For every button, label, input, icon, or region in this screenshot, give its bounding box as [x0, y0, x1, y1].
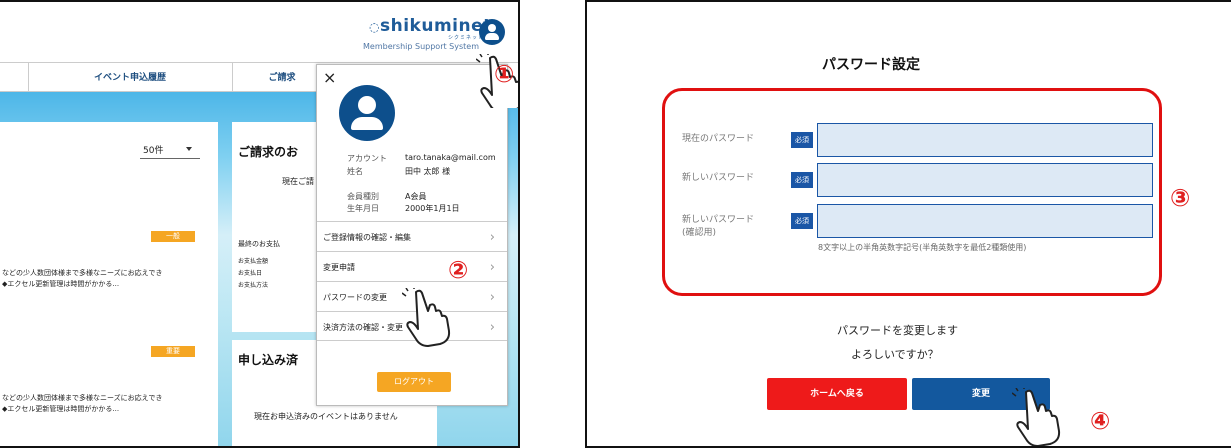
hand-pointer-icon	[402, 288, 451, 347]
user-avatar-icon	[339, 85, 395, 141]
logo-swirl-icon: ◌	[369, 20, 380, 34]
confirm-password-input[interactable]	[817, 204, 1153, 238]
chevron-right-icon: ›	[489, 230, 495, 245]
page-title: パスワード設定	[822, 57, 920, 73]
billing-sub: 現在ご請	[282, 177, 314, 186]
chevron-right-icon: ›	[489, 320, 495, 335]
account-value: taro.tanaka@mail.com	[405, 153, 496, 162]
news-text: などの少人数団体様まで多様なニーズにお応えでき	[2, 394, 163, 402]
confirm-password-sublabel: (確認用)	[682, 228, 717, 238]
no-events-text: 現在お申込済みのイベントはありません	[254, 412, 398, 421]
step-1-marker: ①	[494, 60, 515, 88]
badge-important: 重要	[151, 346, 195, 357]
confirm-message: パスワードを変更します	[837, 324, 958, 337]
member-type-label: 会員種別	[347, 192, 379, 201]
required-badge: 必須	[791, 172, 813, 188]
right-screenshot: パスワード設定 現在のパスワード 必須 新しいパスワード 必須 新しいパスワード…	[585, 0, 1231, 448]
confirm-password-label: 新しいパスワード	[682, 215, 755, 225]
pay-method-label: お支払方法	[238, 282, 269, 289]
step-2-marker: ②	[448, 256, 469, 284]
menu-item-profile[interactable]: ご登録情報の確認・編集 ›	[317, 221, 507, 251]
chevron-right-icon: ›	[489, 290, 495, 305]
last-payment-label: 最終のお支払	[238, 240, 280, 248]
required-badge: 必須	[791, 132, 813, 148]
news-text: ◆エクセル更新管理は時間がかかる...	[2, 405, 120, 413]
user-icon	[488, 24, 496, 32]
hand-pointer-icon	[1012, 388, 1061, 446]
current-password-label: 現在のパスワード	[682, 134, 755, 144]
per-page-select[interactable]: 50件	[143, 143, 163, 156]
badge-general: 一般	[151, 231, 195, 242]
user-avatar-button[interactable]	[479, 19, 505, 45]
pay-date-label: お支払日	[238, 270, 263, 277]
app-logo[interactable]: ◌shikuminet	[369, 16, 492, 36]
password-hint: 8文字以上の半角英数字記号(半角英数字を最低2種類使用)	[818, 243, 1027, 252]
birthdate-label: 生年月日	[347, 204, 379, 213]
home-button[interactable]: ホームへ戻る	[767, 378, 907, 410]
tab-event-history[interactable]: イベント申込履歴	[28, 63, 232, 93]
required-badge: 必須	[791, 213, 813, 229]
user-menu-popup: × アカウント taro.tanaka@mail.com 姓名 田中 太郎 様 …	[316, 64, 508, 406]
account-label: アカウント	[347, 154, 387, 163]
dropdown-arrow-icon	[186, 147, 192, 151]
birthdate-value: 2000年1月1日	[405, 204, 460, 213]
news-text: などの少人数団体様まで多様なニーズにお応えでき	[2, 269, 163, 277]
chevron-right-icon: ›	[489, 260, 495, 275]
close-icon[interactable]: ×	[323, 68, 336, 87]
confirm-question: よろしいですか？	[851, 348, 939, 361]
logout-button[interactable]: ログアウト	[377, 372, 451, 392]
current-password-input[interactable]	[817, 123, 1153, 157]
new-password-input[interactable]	[817, 163, 1153, 197]
news-text: ◆エクセル更新管理は時間がかかる...	[2, 280, 120, 288]
pay-amount-label: お支払金額	[238, 258, 269, 265]
left-screenshot: ◌shikuminet シクミネット Membership Support Sy…	[0, 0, 520, 448]
step-3-marker: ③	[1170, 184, 1191, 212]
step-4-marker: ④	[1090, 407, 1111, 435]
menu-item-change-request[interactable]: 変更申請 ›	[317, 251, 507, 281]
name-label: 姓名	[347, 167, 363, 176]
new-password-label: 新しいパスワード	[682, 173, 755, 183]
member-type-value: A会員	[405, 192, 427, 201]
billing-card-title: ご請求のお	[238, 145, 299, 159]
name-value: 田中 太郎 様	[405, 167, 451, 176]
logo-tagline: Membership Support System	[363, 42, 479, 51]
applied-card-title: 申し込み済	[238, 353, 299, 367]
